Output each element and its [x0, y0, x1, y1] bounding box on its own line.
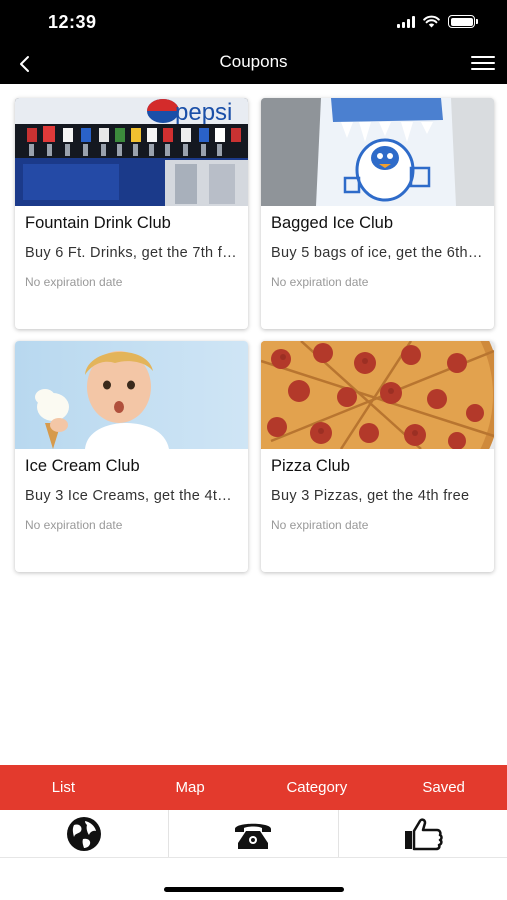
coupon-description: Buy 3 Ice Creams, get the 4th free: [25, 488, 239, 504]
wifi-icon: [423, 15, 440, 28]
cellular-signal-icon: [397, 15, 415, 28]
pepsi-logo-text: pepsi: [175, 99, 232, 126]
website-button[interactable]: [0, 810, 170, 857]
coupon-card-fountain-drink[interactable]: pepsi Fountain Drink Club Buy 6 Ft. Drin…: [15, 98, 248, 329]
coupon-expiration: No expiration date: [271, 275, 369, 289]
status-time: 12:39: [48, 12, 97, 32]
coupon-description: Buy 5 bags of ice, get the 6th free: [271, 245, 485, 261]
phone-icon: [235, 823, 272, 849]
status-icons: [397, 15, 478, 28]
coupon-title: Fountain Drink Club: [25, 214, 171, 232]
coupon-description: Buy 3 Pizzas, get the 4th free: [271, 488, 470, 504]
pizza-image: [261, 341, 494, 449]
coupon-expiration: No expiration date: [25, 518, 123, 532]
coupon-card-pizza[interactable]: Pizza Club Buy 3 Pizzas, get the 4th fre…: [261, 341, 494, 572]
status-bar: 12:39: [0, 0, 507, 44]
fountain-drink-image: pepsi: [15, 98, 248, 206]
tab-saved[interactable]: Saved: [380, 765, 507, 810]
coupon-title: Pizza Club: [271, 457, 350, 475]
coupon-title: Ice Cream Club: [25, 457, 140, 475]
ice-cream-image: [15, 341, 248, 449]
thumbs-up-icon: [404, 817, 443, 850]
page-title: Coupons: [219, 52, 288, 71]
coupon-title: Bagged Ice Club: [271, 214, 394, 232]
tab-category[interactable]: Category: [254, 765, 381, 810]
globe-icon: [67, 816, 102, 851]
call-button[interactable]: [169, 810, 339, 857]
coupon-expiration: No expiration date: [25, 275, 123, 289]
coupon-description: Buy 6 Ft. Drinks, get the 7th free: [25, 245, 239, 261]
home-indicator: [164, 887, 344, 892]
tab-map[interactable]: Map: [127, 765, 254, 810]
bagged-ice-image: [261, 98, 494, 206]
like-button[interactable]: [339, 810, 507, 857]
menu-button[interactable]: [471, 52, 495, 74]
coupon-card-ice-cream[interactable]: Ice Cream Club Buy 3 Ice Creams, get the…: [15, 341, 248, 572]
bottom-action-bar: [0, 810, 507, 858]
coupon-expiration: No expiration date: [271, 518, 369, 532]
coupon-view-tabs: List Map Category Saved: [0, 765, 507, 810]
navigation-bar: Coupons: [0, 44, 507, 84]
tab-list[interactable]: List: [0, 765, 127, 810]
battery-icon: [448, 15, 478, 28]
coupon-card-bagged-ice[interactable]: Bagged Ice Club Buy 5 bags of ice, get t…: [261, 98, 494, 329]
